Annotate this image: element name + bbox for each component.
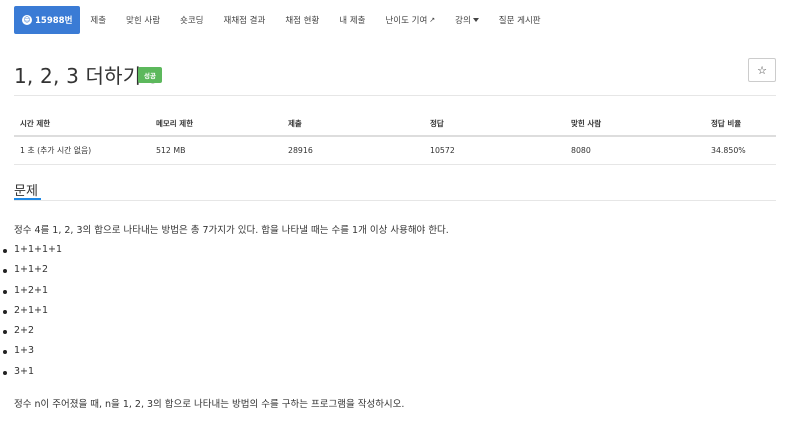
favorite-button[interactable]: ☆	[748, 58, 776, 82]
nav-problem-number-label: 15988번	[35, 16, 73, 26]
status-badge: 성공	[138, 67, 162, 83]
nav-judge-status-label: 채점 현황	[285, 16, 320, 26]
example-list: 1+1+1+1 1+1+2 1+2+1 2+1+1 2+2 1+3 3+1	[0, 244, 62, 386]
problem-header: 1, 2, 3 더하기 3 성공 ☆	[14, 58, 776, 88]
cell-time-limit: 1 초 (추가 시간 없음)	[14, 136, 150, 165]
external-link-icon: ↗	[429, 16, 436, 24]
header-accept-ratio: 정답 비율	[705, 112, 776, 137]
cell-submissions: 28916	[282, 136, 424, 165]
nav-short-coding[interactable]: 숏코딩	[170, 6, 213, 34]
problem-description: 정수 4를 1, 2, 3의 합으로 나타내는 방법은 총 7가지가 있다. 합…	[14, 225, 449, 236]
caret-down-icon	[472, 18, 479, 22]
header-submissions: 제출	[282, 112, 424, 137]
header-accepted: 정답	[424, 112, 565, 137]
nav-question-board-label: 질문 게시판	[498, 16, 541, 26]
problem-info-table: 시간 제한 메모리 제한 제출 정답 맞힌 사람 정답 비율 1 초 (추가 시…	[14, 112, 776, 165]
list-item: 2+1+1	[0, 305, 62, 325]
nav-my-submissions-label: 내 제출	[339, 16, 366, 26]
problem-nav: ☺ 15988번 제출 맞힌 사람 숏코딩 재채점 결과 채점 현황 내 제출 …	[14, 6, 776, 34]
nav-short-coding-label: 숏코딩	[180, 16, 204, 26]
cell-accept-ratio: 34.850%	[705, 136, 776, 165]
nav-lectures-dropdown[interactable]: 강의	[445, 6, 489, 34]
cell-memory-limit: 512 MB	[150, 136, 282, 165]
header-memory-limit: 메모리 제한	[150, 112, 282, 137]
section-underline	[14, 198, 41, 200]
problem-question: 정수 n이 주어졌을 때, n을 1, 2, 3의 합으로 나타내는 방법의 수…	[14, 399, 405, 410]
list-item: 1+3	[0, 345, 62, 365]
cell-solvers: 8080	[565, 136, 705, 165]
list-item: 1+1+1+1	[0, 244, 62, 264]
user-icon: ☺	[22, 15, 32, 25]
section-divider	[14, 200, 776, 201]
cell-accepted: 10572	[424, 136, 565, 165]
nav-difficulty-contribution[interactable]: 난이도 기여 ↗	[375, 6, 445, 34]
nav-question-board[interactable]: 질문 게시판	[489, 6, 551, 34]
section-title-problem: 문제	[14, 184, 38, 199]
list-item: 1+2+1	[0, 285, 62, 305]
star-icon: ☆	[757, 63, 767, 77]
table-header-row: 시간 제한 메모리 제한 제출 정답 맞힌 사람 정답 비율	[14, 112, 776, 137]
nav-solved-users[interactable]: 맞힌 사람	[116, 6, 170, 34]
nav-problem-number[interactable]: ☺ 15988번	[14, 6, 81, 34]
header-time-limit: 시간 제한	[14, 112, 150, 137]
list-item: 2+2	[0, 325, 62, 345]
divider	[14, 95, 776, 96]
nav-judge-status[interactable]: 채점 현황	[275, 6, 329, 34]
page: ☺ 15988번 제출 맞힌 사람 숏코딩 재채점 결과 채점 현황 내 제출 …	[0, 0, 800, 421]
nav-solved-users-label: 맞힌 사람	[126, 16, 161, 26]
header-solvers: 맞힌 사람	[565, 112, 705, 137]
nav-rejudge-results[interactable]: 재채점 결과	[214, 6, 276, 34]
nav-difficulty-contribution-label: 난이도 기여	[385, 16, 428, 26]
nav-submit[interactable]: 제출	[80, 6, 116, 34]
nav-rejudge-results-label: 재채점 결과	[223, 16, 266, 26]
list-item: 3+1	[0, 366, 62, 386]
list-item: 1+1+2	[0, 264, 62, 284]
nav-my-submissions[interactable]: 내 제출	[329, 6, 375, 34]
table-row: 1 초 (추가 시간 없음) 512 MB 28916 10572 8080 3…	[14, 136, 776, 165]
nav-lectures-label: 강의	[455, 16, 471, 26]
nav-submit-label: 제출	[90, 16, 107, 26]
